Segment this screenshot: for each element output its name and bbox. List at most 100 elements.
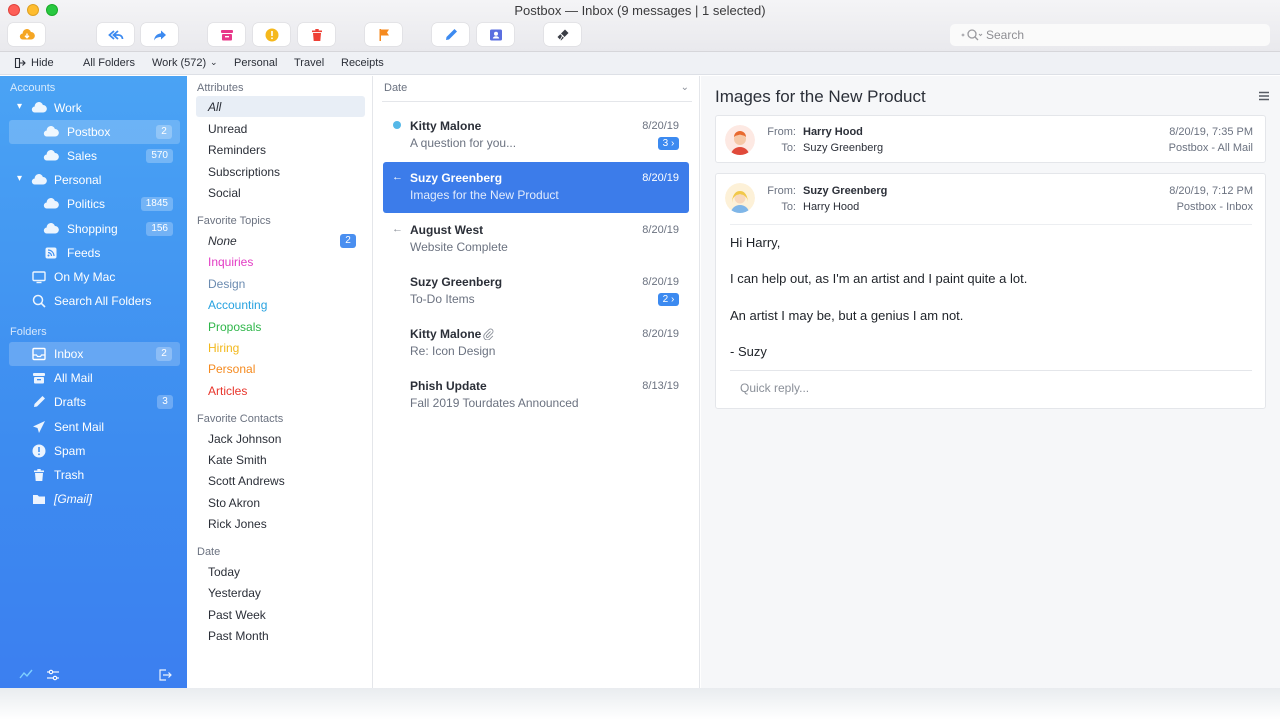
cloud-icon xyxy=(43,150,59,161)
message-sender: Suzy Greenberg xyxy=(410,275,503,289)
filter-social[interactable]: Social xyxy=(208,186,241,200)
search-input[interactable] xyxy=(986,26,1256,44)
filter-all[interactable]: All xyxy=(208,100,221,114)
message-row[interactable]: Phish Update Fall 2019 Tourdates Announc… xyxy=(383,370,689,421)
message-row[interactable]: ← Suzy Greenberg Images for the New Prod… xyxy=(383,162,689,213)
message-date: 8/20/19 xyxy=(642,276,679,288)
contacts-button[interactable] xyxy=(477,23,514,46)
compose-button[interactable] xyxy=(432,23,469,46)
sidebar-item-personal[interactable]: ▾ Personal xyxy=(0,168,187,192)
message-header-collapsed[interactable]: From: Harry Hood To: Suzy Greenberg 8/20… xyxy=(715,115,1266,163)
tab-work[interactable]: Work (572) xyxy=(152,57,206,69)
topic-none[interactable]: None xyxy=(208,234,237,248)
filter-unread[interactable]: Unread xyxy=(208,122,247,136)
topic-articles[interactable]: Articles xyxy=(208,384,247,398)
reply-all-button[interactable] xyxy=(97,23,134,46)
hide-sidebar-button[interactable]: Hide xyxy=(31,57,54,69)
tab-personal[interactable]: Personal xyxy=(234,57,277,69)
date-past-month[interactable]: Past Month xyxy=(208,629,269,643)
sidebar-item-on-my-mac[interactable]: On My Mac xyxy=(0,265,187,289)
sidebar-item-sales[interactable]: Sales 570 xyxy=(0,144,187,168)
pencil-icon xyxy=(34,396,45,407)
sidebar-item-gmail[interactable]: [Gmail] xyxy=(0,487,187,511)
filter-subscriptions[interactable]: Subscriptions xyxy=(208,165,280,179)
recipient-name[interactable]: Suzy Greenberg xyxy=(803,142,883,154)
sidebar-item-trash[interactable]: Trash xyxy=(0,463,187,487)
contact-scott-andrews[interactable]: Scott Andrews xyxy=(208,474,285,488)
from-label: From: xyxy=(767,126,796,138)
forward-button[interactable] xyxy=(141,23,178,46)
sender-name[interactable]: Suzy Greenberg xyxy=(803,185,887,197)
sidebar-toggle-icon[interactable] xyxy=(14,57,26,69)
sliders-icon[interactable] xyxy=(46,668,60,682)
contact-sto-akron[interactable]: Sto Akron xyxy=(208,496,260,510)
customize-button[interactable] xyxy=(544,23,581,46)
sort-by-date-button[interactable]: Date xyxy=(384,82,407,94)
hamburger-menu-icon[interactable] xyxy=(1258,90,1270,102)
accounts-heading: Accounts xyxy=(10,82,56,94)
contact-rick-jones[interactable]: Rick Jones xyxy=(208,517,267,531)
sidebar-item-label: Drafts xyxy=(54,395,87,409)
date-past-week[interactable]: Past Week xyxy=(208,608,266,622)
sidebar-item-label: Politics xyxy=(67,197,106,211)
get-mail-button[interactable] xyxy=(8,23,45,46)
thread-count-badge[interactable]: 2 › xyxy=(658,293,679,306)
tab-receipts[interactable]: Receipts xyxy=(341,57,384,69)
flag-button[interactable] xyxy=(365,23,402,46)
message-date: 8/20/19 xyxy=(642,328,679,340)
thread-count-badge[interactable]: 3 › xyxy=(658,137,679,150)
search-field[interactable] xyxy=(950,24,1270,46)
sidebar-item-all-mail[interactable]: All Mail xyxy=(0,366,187,390)
delete-button[interactable] xyxy=(298,23,335,46)
archive-button[interactable] xyxy=(208,23,245,46)
chevron-down-icon[interactable]: ⌄ xyxy=(210,57,218,68)
topic-design[interactable]: Design xyxy=(208,277,245,291)
contact-kate-smith[interactable]: Kate Smith xyxy=(208,453,267,467)
chevron-down-icon[interactable]: ⌄ xyxy=(681,82,689,93)
sidebar-item-politics[interactable]: Politics 1845 xyxy=(0,192,187,216)
junk-button[interactable] xyxy=(253,23,290,46)
chevron-down-icon[interactable]: ▾ xyxy=(17,173,27,185)
sidebar-item-sent-mail[interactable]: Sent Mail xyxy=(0,415,187,439)
sender-name[interactable]: Harry Hood xyxy=(803,126,863,138)
attributes-heading: Attributes xyxy=(197,82,244,94)
sidebar-item-postbox[interactable]: Postbox 2 xyxy=(9,120,180,144)
sidebar-item-drafts[interactable]: Drafts 3 xyxy=(0,390,187,414)
rss-icon xyxy=(45,247,57,259)
sidebar-item-label: Search All Folders xyxy=(54,294,152,308)
topic-proposals[interactable]: Proposals xyxy=(208,320,261,334)
sidebar-item-work[interactable]: ▾ Work xyxy=(0,96,187,120)
date-yesterday[interactable]: Yesterday xyxy=(208,586,261,600)
filter-reminders[interactable]: Reminders xyxy=(208,143,266,157)
contact-jack-johnson[interactable]: Jack Johnson xyxy=(208,432,281,446)
message-row[interactable]: Kitty Malone Re: Icon Design 8/20/19 xyxy=(383,318,689,369)
recipient-name[interactable]: Harry Hood xyxy=(803,201,859,213)
sidebar-item-inbox[interactable]: Inbox 2 xyxy=(9,342,180,366)
topic-inquiries[interactable]: Inquiries xyxy=(208,255,253,269)
favorite-topics-heading: Favorite Topics xyxy=(197,215,271,227)
topic-accounting[interactable]: Accounting xyxy=(208,298,267,312)
sidebar-item-shopping[interactable]: Shopping 156 xyxy=(0,217,187,241)
message-row[interactable]: Suzy Greenberg To-Do Items 8/20/19 2 › xyxy=(383,266,689,317)
sidebar-item-spam[interactable]: Spam xyxy=(0,439,187,463)
message-row[interactable]: ← August West Website Complete 8/20/19 xyxy=(383,214,689,265)
sign-out-icon[interactable] xyxy=(158,668,172,682)
date-today[interactable]: Today xyxy=(208,565,240,579)
topic-personal[interactable]: Personal xyxy=(208,362,255,376)
sidebar-item-feeds[interactable]: Feeds xyxy=(0,241,187,265)
message-subject: Fall 2019 Tourdates Announced xyxy=(410,396,579,410)
quick-reply-input[interactable] xyxy=(740,379,1240,397)
sidebar-item-search-all-folders[interactable]: Search All Folders xyxy=(0,289,187,313)
activity-icon[interactable] xyxy=(19,668,33,682)
message-row[interactable]: Kitty Malone A question for you... 8/20/… xyxy=(383,110,689,161)
chevron-down-icon[interactable]: ▾ xyxy=(17,101,27,113)
tab-travel[interactable]: Travel xyxy=(294,57,324,69)
topic-hiring[interactable]: Hiring xyxy=(208,341,239,355)
replied-arrow-icon: ← xyxy=(392,223,403,235)
tab-all-folders[interactable]: All Folders xyxy=(83,57,135,69)
message-datetime: 8/20/19, 7:12 PM xyxy=(1169,185,1253,197)
forward-icon xyxy=(153,30,166,40)
message-subject: A question for you... xyxy=(410,136,517,150)
search-icon xyxy=(32,294,46,308)
sidebar-item-label: Sent Mail xyxy=(54,420,105,434)
